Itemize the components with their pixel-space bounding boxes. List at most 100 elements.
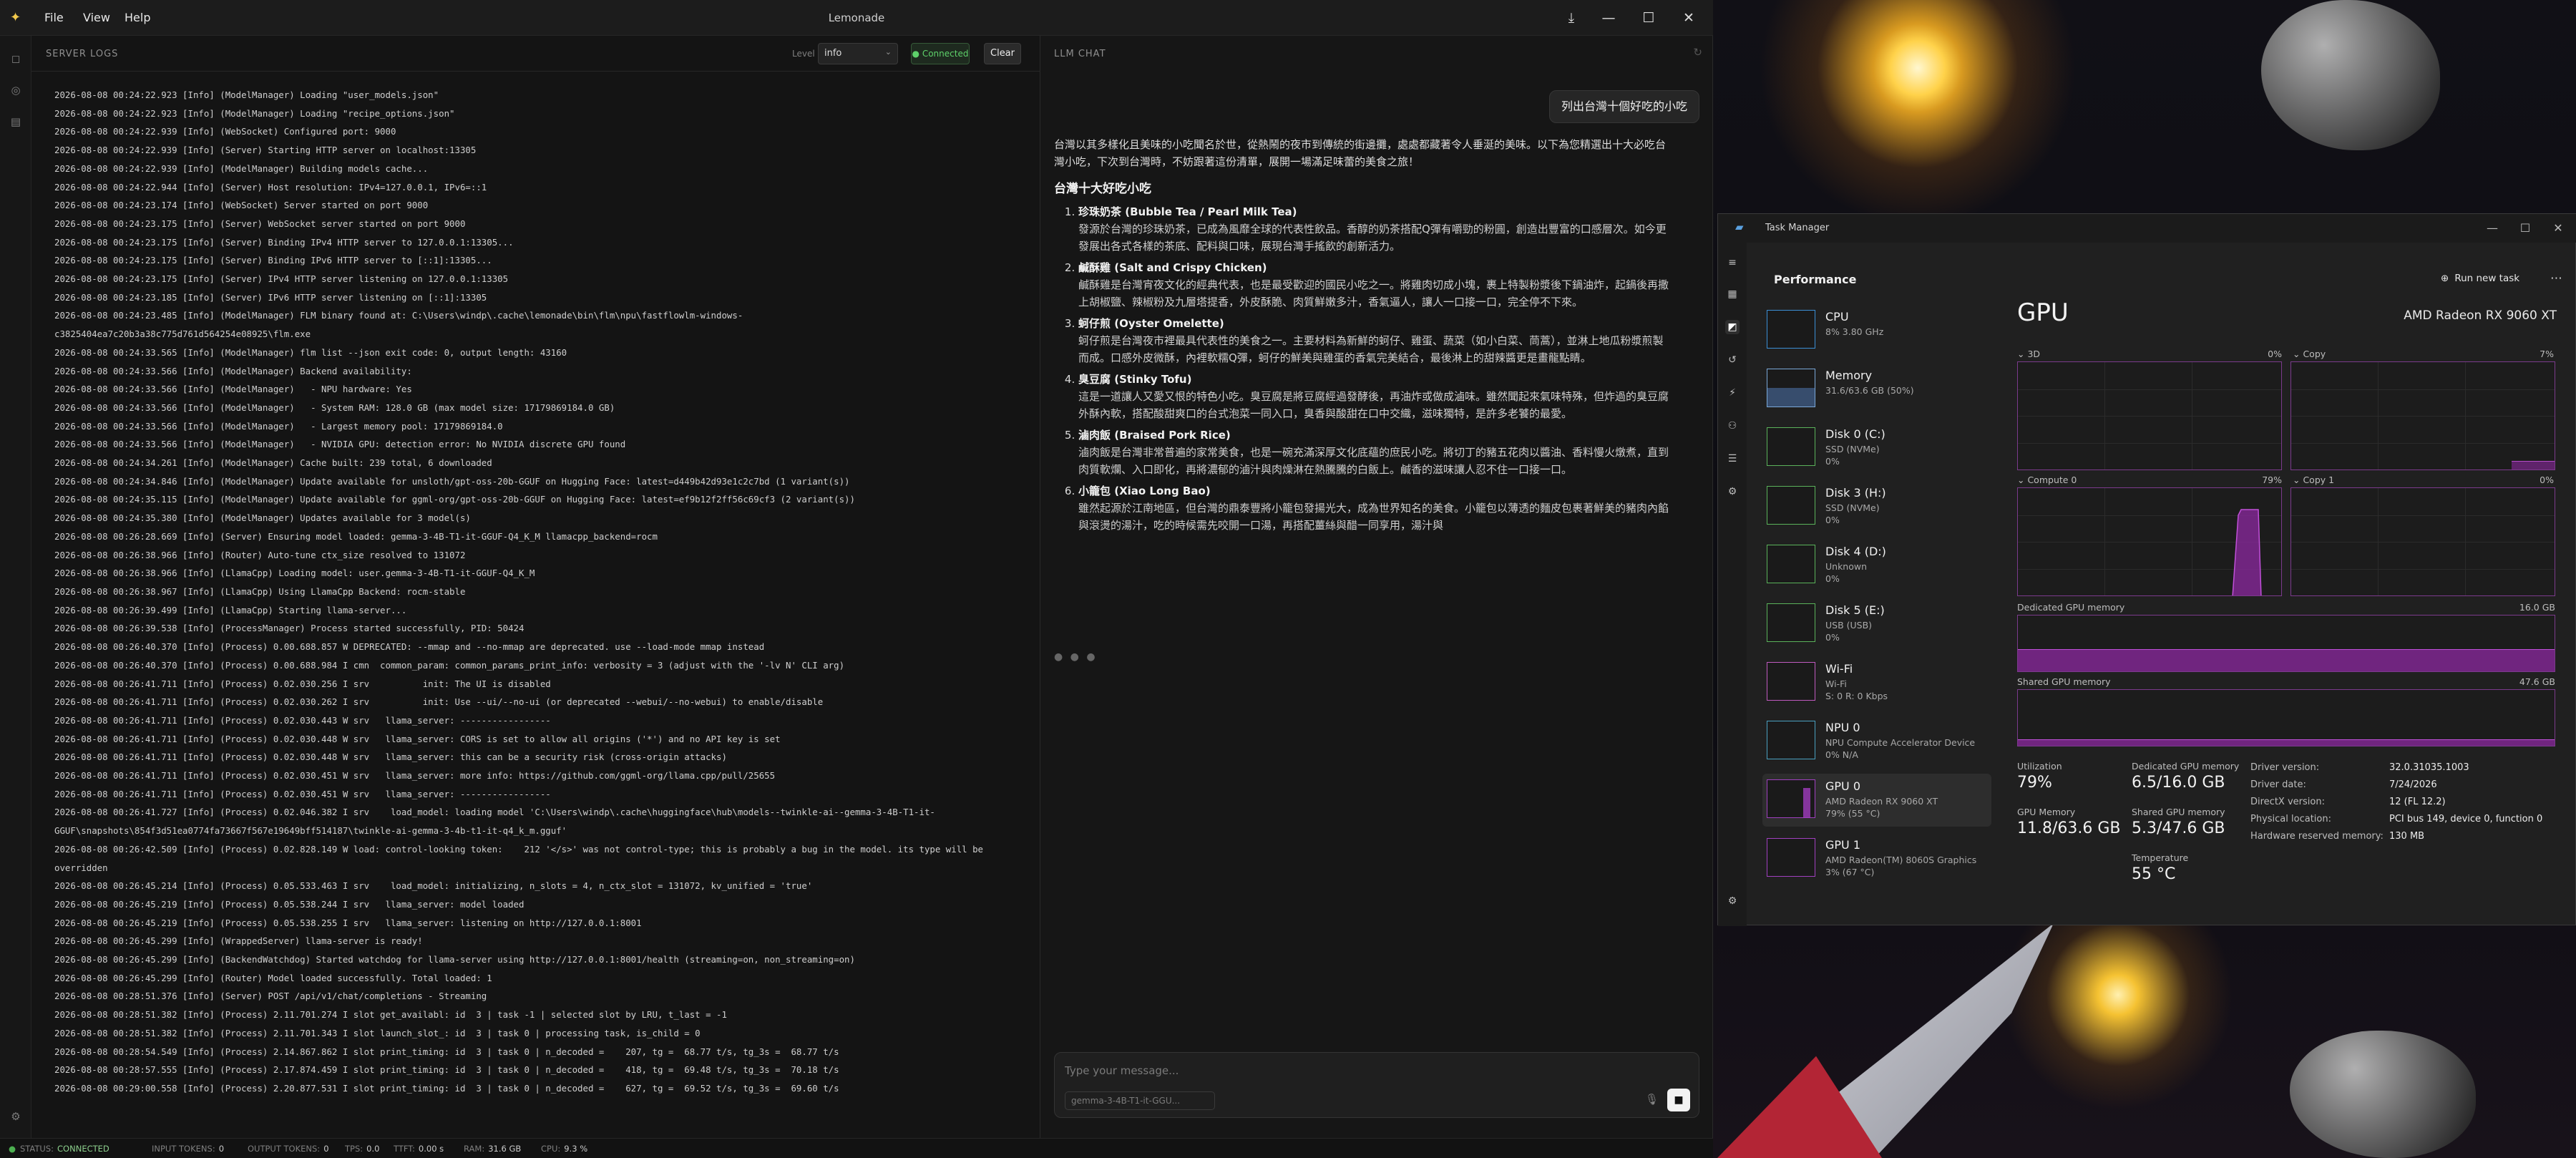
details-icon[interactable]: ☰ [1725,452,1740,466]
shared-mem-graph [2017,689,2555,746]
snack-list: 珍珠奶茶 (Bubble Tea / Pearl Milk Tea) 發源於台灣的… [1054,203,1669,534]
log-line: 2026-08-08 00:24:22.939 [Info] (WebSocke… [54,126,396,137]
tm-title: Task Manager [1765,223,1830,233]
model-selector[interactable]: gemma-3-4B-T1-it-GGU... [1065,1091,1215,1110]
engine-pct-copy: 7% [2540,349,2554,359]
status-dot-icon: ● [9,1144,16,1154]
tm-settings-icon[interactable]: ⚙ [1725,894,1740,908]
performance-icon[interactable]: ◩ [1725,320,1740,334]
message-input[interactable] [1065,1061,1637,1080]
storage-icon[interactable]: ▤ [9,115,23,129]
log-line: 2026-08-08 00:24:33.566 [Info] (ModelMan… [54,402,615,413]
device-item[interactable]: Disk 5 (E:) USB (USB) 0% [1762,598,1991,651]
chat-icon[interactable]: ◻ [9,52,23,66]
snack-name: 小籠包 (Xiao Long Bao) [1078,485,1211,497]
shared-value: 5.3/47.6 GB [2132,819,2225,837]
snack-description: 蚵仔煎是台灣夜市裡最具代表性的美食之一。主要材料為新鮮的蚵仔、雞蛋、蔬菜（如小白… [1078,334,1664,364]
device-item[interactable]: NPU 0 NPU Compute Accelerator Device 0% N/… [1762,715,1991,768]
device-item[interactable]: CPU 8% 3.80 GHz [1762,304,1991,357]
hamburger-menu-icon[interactable]: ≡ [1725,256,1740,270]
settings-icon[interactable]: ⚙ [9,1109,23,1124]
models-icon[interactable]: ◎ [9,83,23,97]
microphone-icon[interactable]: 🎙 [1645,1093,1659,1106]
stop-button[interactable]: ■ [1667,1089,1690,1111]
log-line: 2026-08-08 00:28:51.376 [Info] (Server) … [54,991,487,1002]
log-line: 2026-08-08 00:28:57.555 [Info] (Process)… [54,1064,839,1076]
chat-header: LLM CHAT ↻ [1041,36,1712,72]
device-name: Disk 4 (D:) [1825,545,1886,558]
list-item: 蚵仔煎 (Oyster Omelette) 蚵仔煎是台灣夜市裡最具代表性的美食之一… [1078,315,1669,366]
device-item[interactable]: Disk 3 (H:) SSD (NVMe) 0% [1762,480,1991,533]
temperature-label: Temperature [2132,852,2189,863]
cpu-item: CPU: 9.3 % [541,1144,588,1154]
device-detail: SSD (NVMe) [1825,502,1880,513]
run-new-task-button[interactable]: ⊕ Run new task [2441,273,2519,284]
list-item: 滷肉飯 (Braised Pork Rice) 滷肉飯是台灣非常普遍的家常美食，也… [1078,427,1669,478]
log-line: 2026-08-08 00:26:40.370 [Info] (Process)… [54,659,845,671]
log-line: 2026-08-08 00:24:33.566 [Info] (ModelMan… [54,420,503,432]
shared-mem-max: 47.6 GB [2519,676,2555,687]
device-name: Disk 5 (E:) [1825,603,1885,617]
more-options-icon[interactable]: ⋯ [2550,271,2562,286]
tm-minimize-button[interactable]: — [2478,218,2507,238]
engine-label-3d: ⌄ 3D [2017,349,2041,359]
app-history-icon[interactable]: ↺ [1725,353,1740,367]
device-name: Wi-Fi [1825,662,1853,676]
log-line: 2026-08-08 00:24:34.846 [Info] (ModelMan… [54,475,850,487]
info-value: 32.0.31035.1003 [2389,762,2469,773]
level-label: Level [792,49,815,59]
services-icon[interactable]: ⚙ [1725,485,1740,499]
engine-pct-compute: 79% [2262,475,2282,485]
tm-maximize-button[interactable]: ☐ [2511,218,2540,238]
clear-logs-button[interactable]: Clear [984,43,1021,64]
device-item[interactable]: Wi-Fi Wi-Fi S: 0 R: 0 Kbps [1762,656,1991,709]
startup-apps-icon[interactable]: ⚡ [1725,386,1740,400]
tps-item: TPS: 0.0 [345,1144,380,1154]
list-item: 鹹酥雞 (Salt and Crispy Chicken) 鹹酥雞是台灣宵夜文化的… [1078,259,1669,311]
info-value: 130 MB [2389,831,2425,842]
info-key: Driver date: [2250,779,2306,790]
log-line: overridden [54,862,108,873]
snack-name: 臭豆腐 (Stinky Tofu) [1078,373,1192,386]
log-line: 2026-08-08 00:26:41.711 [Info] (Process)… [54,696,824,708]
menu-file[interactable]: File [44,0,64,36]
device-detail: Wi-Fi [1825,678,1847,689]
device-item[interactable]: Disk 4 (D:) Unknown 0% [1762,539,1991,592]
log-line: 2026-08-08 00:28:51.382 [Info] (Process)… [54,1027,701,1038]
maximize-button[interactable]: ☐ [1630,0,1667,36]
device-item[interactable]: Disk 0 (C:) SSD (NVMe) 0% [1762,422,1991,475]
log-line: 2026-08-08 00:24:22.939 [Info] (ModelMan… [54,162,429,174]
level-select[interactable]: info ⌄ [818,43,898,64]
chevron-down-icon: ⌄ [884,47,892,57]
device-usage: 3% (67 °C) [1825,867,1875,877]
menu-help[interactable]: Help [125,0,150,36]
gpu-model: AMD Radeon RX 9060 XT [2404,308,2557,323]
log-line: 2026-08-08 00:24:23.485 [Info] (ModelMan… [54,310,743,321]
log-line: 2026-08-08 00:26:41.711 [Info] (Process)… [54,678,551,689]
log-line: 2026-08-08 00:28:54.549 [Info] (Process)… [54,1046,839,1057]
dedicated-mem-graph [2017,615,2555,672]
window-title: Lemonade [828,11,885,24]
snack-description: 滷肉飯是台灣非常普遍的家常美食，也是一碗充滿深厚文化底蘊的庶民小吃。將切丁的豬五… [1078,446,1669,476]
device-usage: 0% [1825,515,1840,525]
refresh-icon[interactable]: ↻ [1693,46,1702,59]
processes-icon[interactable]: ▦ [1725,287,1740,301]
log-line: 2026-08-08 00:24:33.566 [Info] (ModelMan… [54,384,412,395]
log-line: 2026-08-08 00:26:40.370 [Info] (Process)… [54,641,765,653]
close-button[interactable]: ✕ [1670,0,1707,36]
menu-view[interactable]: View [83,0,110,36]
tm-close-button[interactable]: ✕ [2544,218,2572,238]
log-line: 2026-08-08 00:24:23.175 [Info] (Server) … [54,218,466,229]
minimize-button[interactable]: — [1590,0,1627,36]
users-icon[interactable]: ⚇ [1725,419,1740,433]
download-icon[interactable]: ⤓ [1553,0,1590,36]
util-value: 79% [2017,774,2052,792]
device-usage: 0% [1825,632,1840,643]
device-item[interactable]: GPU 1 AMD Radeon(TM) 8060S Graphics 3% (67… [1762,832,1991,885]
device-item[interactable]: GPU 0 AMD Radeon RX 9060 XT 79% (55 °C) [1762,774,1991,827]
device-item[interactable]: Memory 31.6/63.6 GB (50%) [1762,363,1991,416]
logs-header: SERVER LOGS Level info ⌄ ● Connected Clea… [31,36,1040,72]
graph-copy1 [2290,487,2555,596]
info-value: 12 (FL 12.2) [2389,797,2446,807]
run-task-icon: ⊕ [2441,273,2449,284]
